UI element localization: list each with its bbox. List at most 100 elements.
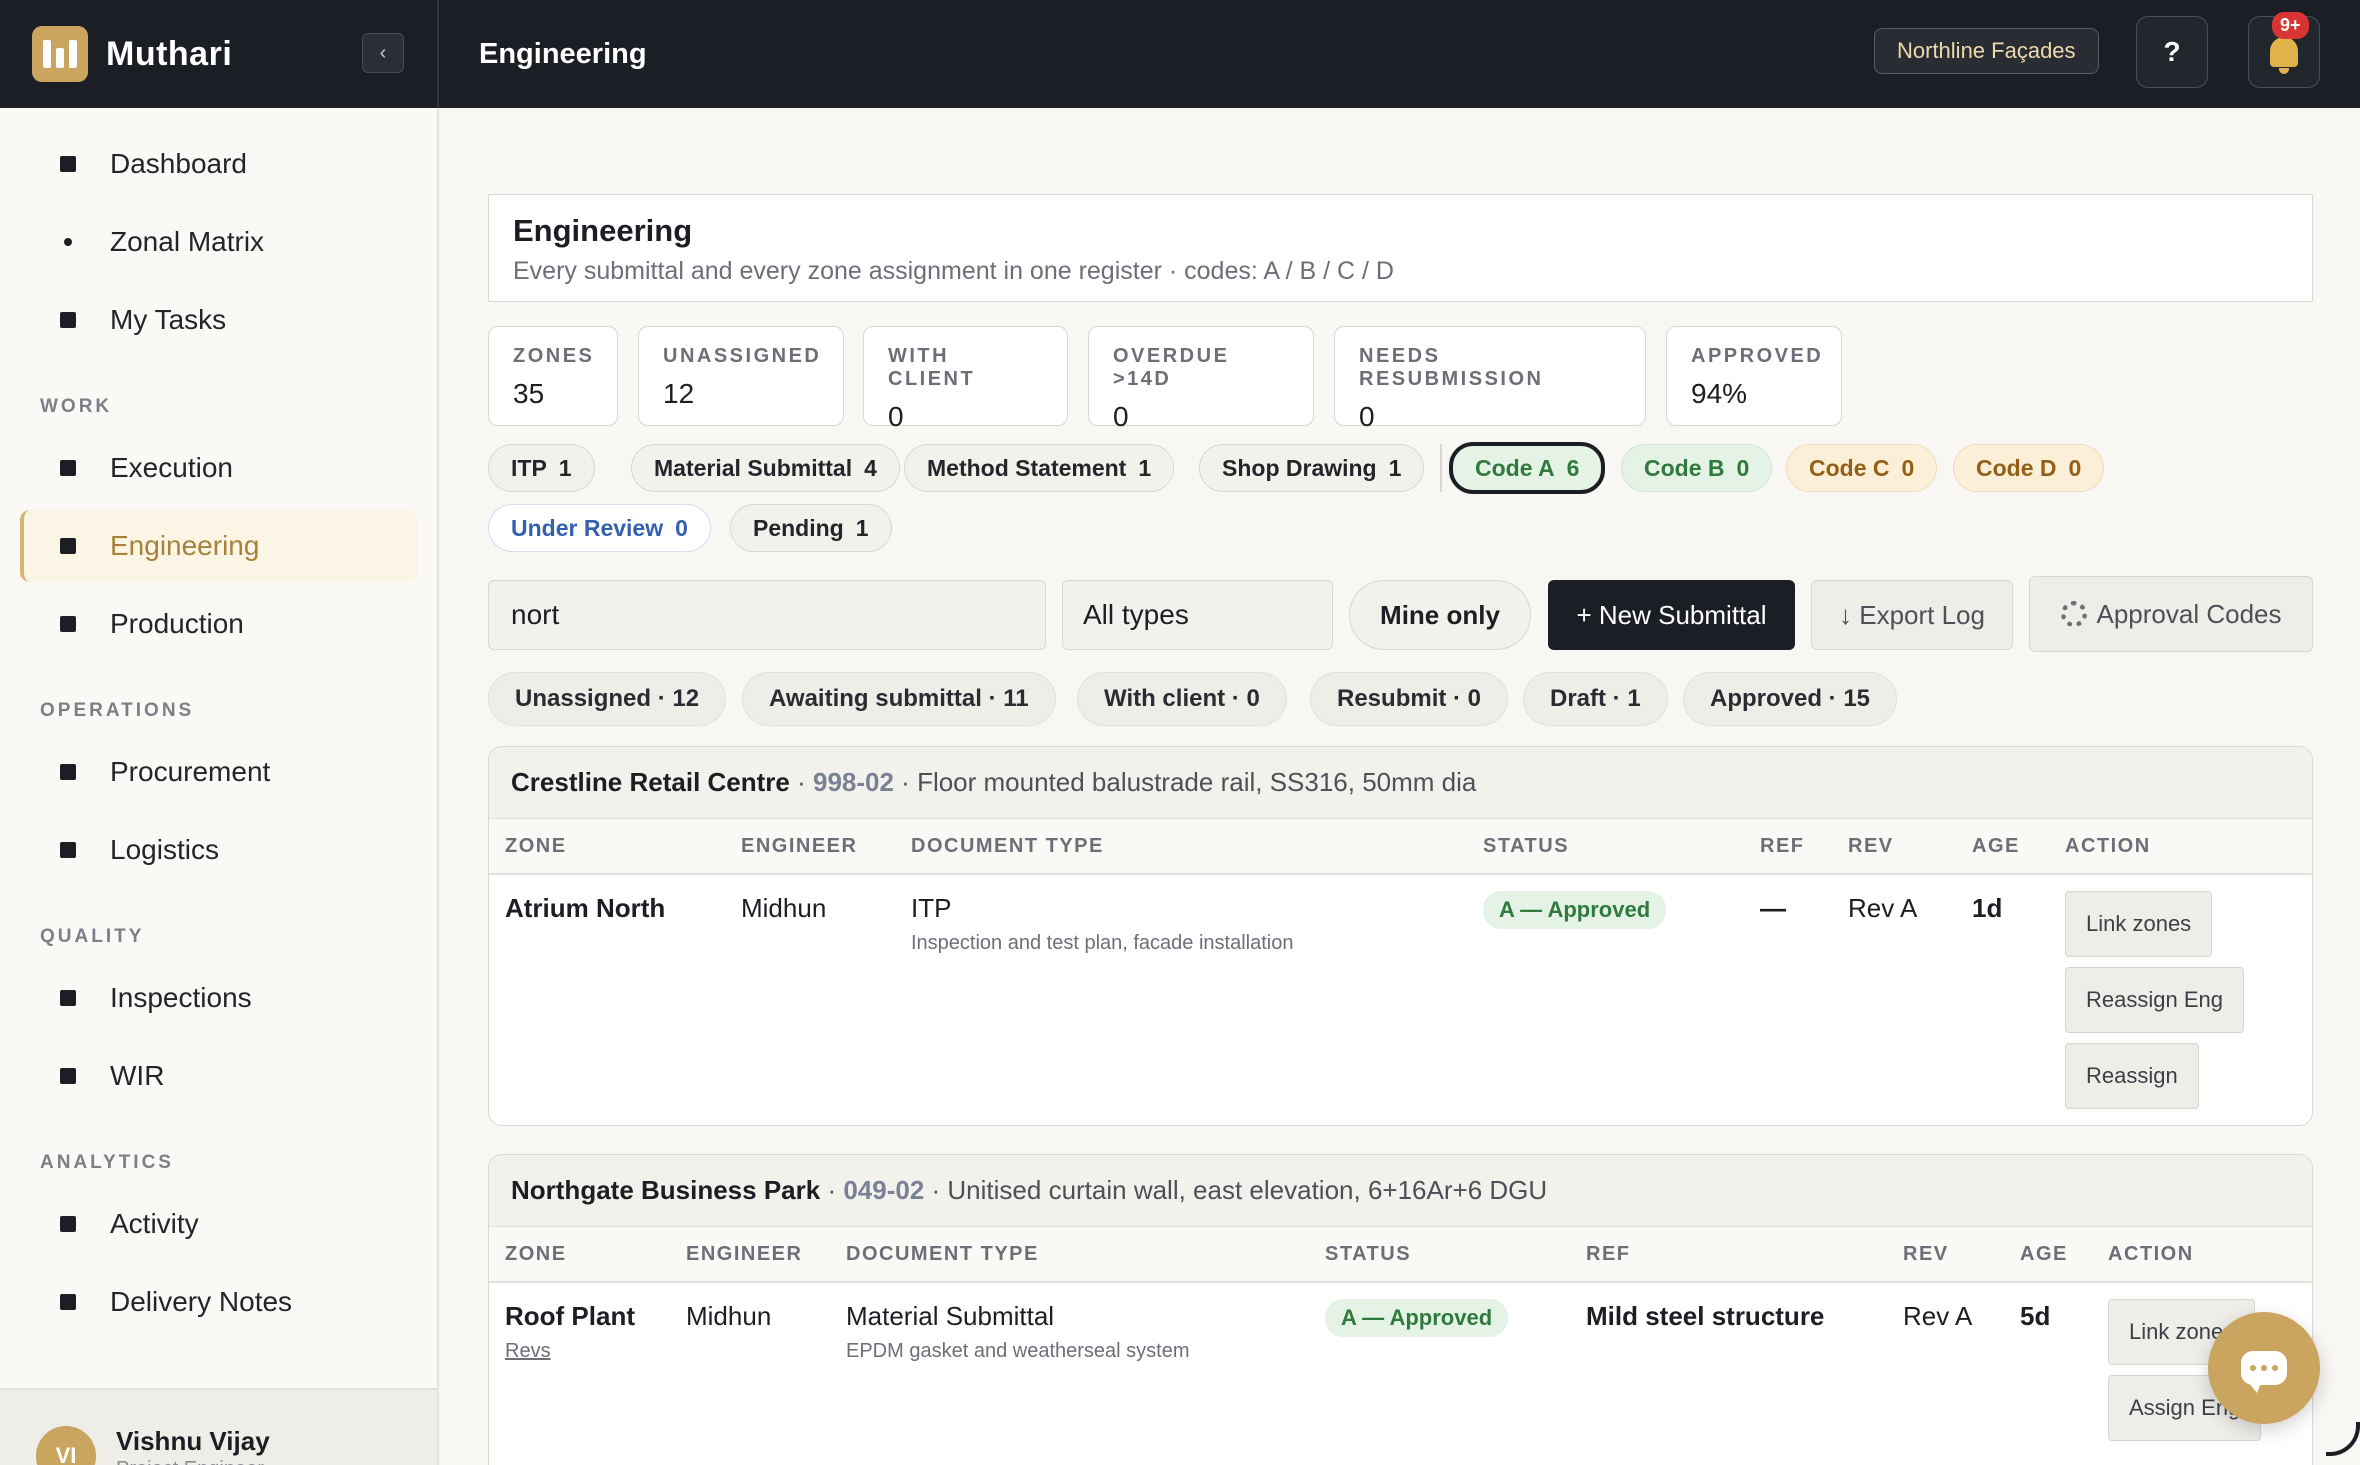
sidebar-item-label: Inspections bbox=[110, 982, 252, 1013]
notification-badge: 9+ bbox=[2272, 12, 2309, 39]
chip-label: Method Statement bbox=[927, 454, 1127, 481]
stat-label: UNASSIGNED bbox=[663, 345, 822, 367]
th-action: ACTION bbox=[2065, 835, 2151, 857]
chip-count: 4 bbox=[864, 454, 877, 481]
project-name: Crestline Retail Centre bbox=[511, 767, 790, 797]
chip-code-c[interactable]: Code C 0 bbox=[1786, 444, 1938, 492]
tenant-switcher[interactable]: Northline Façades bbox=[1874, 28, 2099, 74]
sidebar-item-engineering[interactable]: Engineering bbox=[20, 510, 418, 582]
filter-awaiting-submittal[interactable]: Awaiting submittal · 11 bbox=[742, 672, 1056, 726]
th-document-type: DOCUMENT TYPE bbox=[846, 1243, 1039, 1265]
sidebar-item-label: Logistics bbox=[110, 834, 219, 865]
link-zones-button[interactable]: Link zones bbox=[2065, 891, 2213, 957]
chip-label: Code C bbox=[1809, 454, 1890, 481]
sidebar-item-my-tasks[interactable]: My Tasks bbox=[20, 284, 418, 356]
sidebar-item-dashboard[interactable]: Dashboard bbox=[20, 128, 418, 200]
engineering-icon bbox=[60, 538, 76, 554]
filter-with-client[interactable]: With client · 0 bbox=[1077, 672, 1287, 726]
zone-cell: Roof Plant Revs bbox=[505, 1301, 635, 1363]
rev-value: Rev A bbox=[1848, 893, 1918, 923]
chip-method-statement[interactable]: Method Statement 1 bbox=[904, 444, 1175, 492]
sidebar-item-procurement[interactable]: Procurement bbox=[20, 736, 418, 808]
wir-icon bbox=[60, 1068, 76, 1084]
sidebar-item-zonal-matrix[interactable]: Zonal Matrix bbox=[20, 206, 418, 278]
sidebar-item-wir[interactable]: WIR bbox=[20, 1040, 418, 1112]
chip-count: 0 bbox=[1901, 454, 1915, 481]
user-role: Project Engineer bbox=[116, 1458, 264, 1465]
chip-pending[interactable]: Pending 1 bbox=[730, 504, 892, 552]
stat-value: 12 bbox=[663, 378, 695, 409]
sidebar-item-execution[interactable]: Execution bbox=[20, 432, 418, 504]
stat-label: APPROVED bbox=[1691, 345, 1824, 367]
filter-unassigned[interactable]: Unassigned · 12 bbox=[488, 672, 727, 726]
inspections-icon bbox=[60, 990, 76, 1006]
stat-label: NEEDS RESUBMISSION bbox=[1359, 345, 1544, 390]
stat-value: 94% bbox=[1691, 378, 1748, 409]
chip-label: Shop Drawing bbox=[1222, 454, 1377, 481]
chip-material-submittal[interactable]: Material Submittal 4 bbox=[631, 444, 900, 492]
engineer-name: Midhun bbox=[686, 1301, 772, 1331]
document-type: ITP Inspection and test plan, facade inst… bbox=[911, 893, 1293, 955]
sidebar-item-activity[interactable]: Activity bbox=[20, 1188, 418, 1260]
new-submittal-button[interactable]: + New Submittal bbox=[1548, 580, 1795, 650]
sidebar-item-label: Engineering bbox=[110, 530, 260, 561]
section-label-quality: QUALITY bbox=[40, 926, 145, 947]
chip-code-d[interactable]: Code D 0 bbox=[1953, 444, 2105, 492]
stat-with-client: WITH CLIENT 0 bbox=[863, 326, 1068, 432]
chip-shop-drawing[interactable]: Shop Drawing 1 bbox=[1199, 444, 1425, 492]
filter-resubmit[interactable]: Resubmit · 0 bbox=[1310, 672, 1509, 726]
sidebar-item-delivery-notes[interactable]: Delivery Notes bbox=[20, 1266, 418, 1338]
rev-value: Rev A bbox=[1903, 1301, 1973, 1331]
filter-approved[interactable]: Approved · 15 bbox=[1683, 672, 1898, 726]
user-name: Vishnu Vijay bbox=[116, 1426, 270, 1456]
submittal-code[interactable]: 049-02 bbox=[843, 1175, 924, 1206]
main-content: Engineering Every submittal and every zo… bbox=[441, 108, 2360, 1465]
table-header: ZONE ENGINEER DOCUMENT TYPE STATUS REF R… bbox=[489, 819, 2312, 875]
user-footer[interactable]: VI Vishnu Vijay Project Engineer bbox=[0, 1388, 437, 1465]
section-label-analytics: ANALYTICS bbox=[40, 1152, 174, 1173]
chip-count: 1 bbox=[1138, 454, 1152, 481]
activity-icon bbox=[60, 1216, 76, 1232]
approval-codes-button[interactable]: Approval Codes bbox=[2029, 576, 2313, 652]
filter-draft[interactable]: Draft · 1 bbox=[1523, 672, 1668, 726]
sidebar-item-logistics[interactable]: Logistics bbox=[20, 814, 418, 886]
chip-count: 1 bbox=[855, 514, 869, 541]
chip-count: 0 bbox=[1736, 454, 1750, 481]
page-heading: Engineering bbox=[513, 213, 693, 248]
chip-count: 0 bbox=[2068, 454, 2082, 481]
chip-code-a[interactable]: Code A 6 bbox=[1449, 442, 1606, 494]
group-description: Unitised curtain wall, east elevation, 6… bbox=[947, 1175, 1548, 1205]
stat-zones: ZONES 35 bbox=[488, 326, 618, 426]
chat-button[interactable] bbox=[2208, 1312, 2320, 1424]
type-filter-select[interactable]: All types bbox=[1062, 580, 1333, 650]
chip-itp[interactable]: ITP 1 bbox=[488, 444, 595, 492]
th-ref: REF bbox=[1760, 835, 1805, 857]
submittal-code[interactable]: 998-02 bbox=[813, 767, 894, 798]
search-input[interactable] bbox=[488, 580, 1046, 650]
table-header: ZONE ENGINEER DOCUMENT TYPE STATUS REF R… bbox=[489, 1227, 2312, 1283]
chip-under-review[interactable]: Under Review 0 bbox=[488, 504, 711, 552]
chip-code-b[interactable]: Code B 0 bbox=[1621, 444, 1773, 492]
sidebar-item-label: Activity bbox=[110, 1208, 199, 1239]
reassign-button[interactable]: Reassign bbox=[2065, 1043, 2199, 1109]
sidebar-item-label: Delivery Notes bbox=[110, 1286, 293, 1317]
export-log-button[interactable]: ↓ Export Log bbox=[1811, 580, 2013, 650]
help-button[interactable]: ? bbox=[2136, 16, 2208, 88]
matrix-icon bbox=[64, 238, 72, 246]
sidebar-item-production[interactable]: Production bbox=[20, 588, 418, 660]
chevron-left-icon: ‹ bbox=[379, 41, 387, 64]
sidebar-item-inspections[interactable]: Inspections bbox=[20, 962, 418, 1034]
th-zone: ZONE bbox=[505, 1243, 567, 1265]
document-description: EPDM gasket and weatherseal system bbox=[846, 1340, 1190, 1362]
chip-label: Pending bbox=[753, 514, 844, 541]
sidebar-collapse-button[interactable]: ‹ bbox=[362, 33, 404, 73]
stat-label: ZONES bbox=[513, 345, 595, 367]
avatar: VI bbox=[36, 1426, 96, 1465]
reassign-engineer-button[interactable]: Reassign Eng bbox=[2065, 967, 2244, 1033]
revs-link[interactable]: Revs bbox=[505, 1340, 635, 1363]
chip-count: 1 bbox=[558, 454, 572, 481]
stat-overdue: OVERDUE >14D 0 bbox=[1088, 326, 1314, 432]
mine-only-toggle[interactable]: Mine only bbox=[1349, 580, 1531, 650]
group-description: Floor mounted balustrade rail, SS316, 50… bbox=[917, 767, 1477, 797]
zone-name: Atrium North bbox=[505, 893, 666, 923]
